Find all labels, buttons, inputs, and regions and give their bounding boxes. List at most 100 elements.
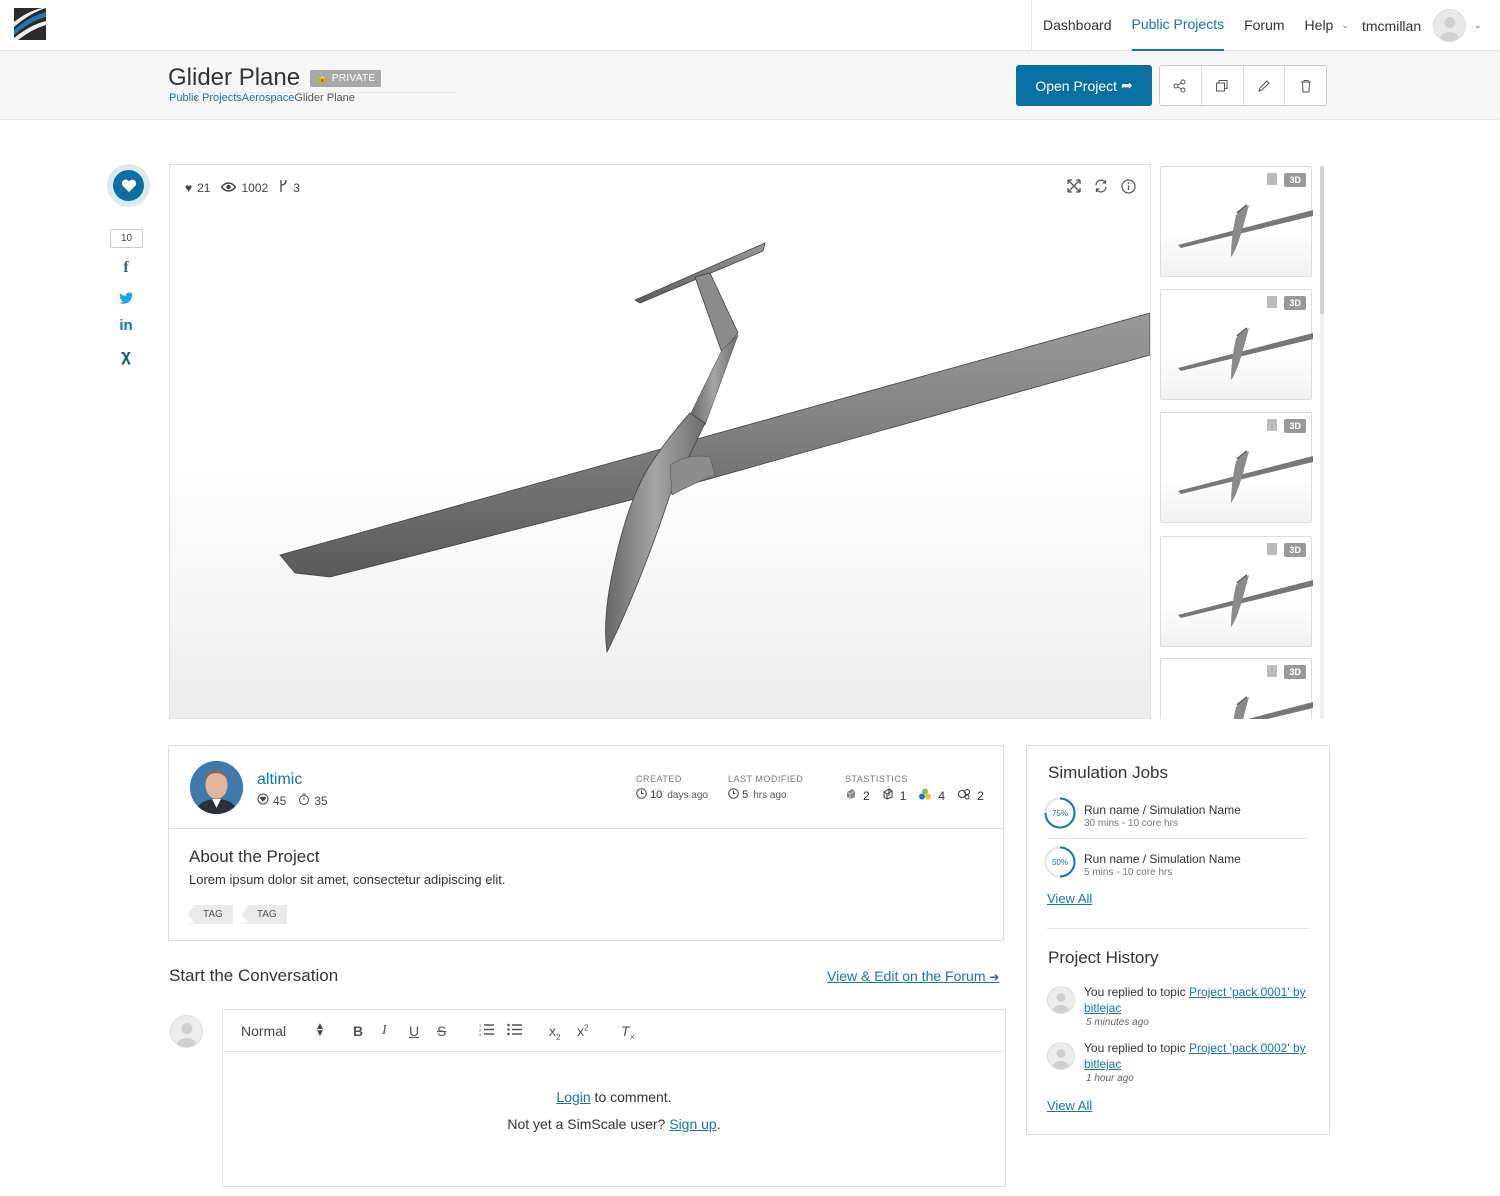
share-button[interactable] <box>1160 66 1202 105</box>
bullet-list-icon[interactable] <box>507 1023 522 1039</box>
author-stats: 45 35 <box>257 793 328 808</box>
thumbnail-item[interactable]: 3D <box>1160 658 1313 719</box>
author-name[interactable]: altimic <box>257 771 302 789</box>
modified-unit: hrs ago <box>753 789 787 801</box>
history-avatar <box>1047 1042 1075 1070</box>
thumbnail-image <box>1178 327 1313 380</box>
history-prefix: You replied to topic <box>1084 1041 1189 1055</box>
nav-public-projects[interactable]: Public Projects <box>1131 0 1225 51</box>
thumbnail-item[interactable]: 3D <box>1160 536 1313 647</box>
results-icon <box>957 788 971 803</box>
clock-icon <box>636 788 647 802</box>
mesh-count: 1 <box>899 788 907 803</box>
ordered-list-icon[interactable]: 123 <box>479 1023 494 1039</box>
project-title: Glider Plane <box>168 64 301 91</box>
copy-button[interactable] <box>1202 66 1244 105</box>
activity-card: Simulation Jobs 75% Run name / Simulatio… <box>1026 745 1330 1135</box>
project-actions <box>1159 65 1327 106</box>
strikethrough-icon[interactable]: S <box>437 1023 446 1039</box>
thumbnail-image <box>1178 574 1313 627</box>
nav-forum[interactable]: Forum <box>1244 0 1284 51</box>
breadcrumb-public-projects[interactable]: Public Projects <box>169 92 242 104</box>
xing-icon[interactable]: χ <box>118 346 134 366</box>
view-all-history-link[interactable]: View All <box>1047 1098 1092 1113</box>
share-count: 10 <box>110 229 143 248</box>
tag[interactable]: TAG <box>241 905 287 924</box>
view-all-jobs-link[interactable]: View All <box>1047 891 1092 906</box>
comment-editor[interactable]: Normal ▲ ▼ B I U S 123 x2 x2 T× Login to c… <box>222 1009 1006 1187</box>
thumbnail-strip: 3D 3D 3D 3D 3D <box>1160 164 1326 719</box>
model-viewer[interactable]: ♥ 21 1002 3 <box>169 164 1151 719</box>
like-button[interactable] <box>107 164 150 207</box>
facebook-icon[interactable]: f <box>118 259 134 277</box>
linkedin-icon[interactable]: in <box>118 317 134 334</box>
signup-suffix: . <box>716 1116 721 1132</box>
history-time: 1 hour ago <box>1086 1073 1134 1084</box>
project-info-card: altimic 45 35 CREATED 10 days ago LAST M… <box>168 745 1004 941</box>
twitter-icon[interactable] <box>118 291 134 309</box>
user-menu[interactable]: tmcmillan ⌄ <box>1362 0 1482 51</box>
modified-value: 5 <box>742 789 749 801</box>
simulation-jobs-title: Simulation Jobs <box>1048 763 1169 782</box>
clear-format-icon[interactable]: T× <box>621 1023 635 1042</box>
pencil-icon <box>1258 79 1270 92</box>
project-history-title: Project History <box>1048 948 1159 967</box>
nav-dashboard[interactable]: Dashboard <box>1043 0 1112 51</box>
format-select-label: Normal <box>241 1023 287 1039</box>
forum-link[interactable]: View & Edit on the Forum ➜ <box>827 968 999 984</box>
subscript-icon[interactable]: x2 <box>549 1023 560 1042</box>
progress-ring: 50% <box>1044 846 1076 878</box>
conversation-title: Start the Conversation <box>169 966 339 985</box>
username: tmcmillan <box>1362 17 1422 34</box>
login-prompt: Login to comment. <box>223 1089 1005 1105</box>
history-time: 5 minutes ago <box>1086 1017 1149 1028</box>
glider-model-render <box>279 242 1150 654</box>
reputation-icon <box>257 793 269 808</box>
signup-link[interactable]: Sign up <box>669 1116 716 1132</box>
simscale-logo[interactable] <box>14 8 46 40</box>
tag-list: TAG TAG <box>188 905 297 924</box>
heart-icon <box>121 179 136 192</box>
bold-icon[interactable]: B <box>353 1023 363 1039</box>
nav-help[interactable]: Help ⌄ <box>1305 0 1349 51</box>
statistics-meta: STASTISTICS 2 1 4 2 <box>845 774 984 803</box>
copy-icon <box>1216 79 1228 91</box>
simulation-count: 4 <box>938 788 946 803</box>
underline-icon[interactable]: U <box>409 1023 419 1039</box>
statistics-label: STASTISTICS <box>845 774 908 784</box>
divider <box>1047 838 1309 839</box>
forum-link-label: View & Edit on the Forum <box>827 968 986 984</box>
trash-icon <box>1300 79 1311 92</box>
edit-button[interactable] <box>1244 66 1286 105</box>
like-share-column <box>107 164 151 207</box>
format-select[interactable]: Normal ▲ ▼ <box>241 1022 325 1040</box>
divider <box>169 828 1003 829</box>
breadcrumb-aerospace[interactable]: Aerospace <box>242 92 295 104</box>
chevron-down-icon: ⌄ <box>1474 20 1482 30</box>
history-prefix: You replied to topic <box>1084 985 1189 999</box>
tag[interactable]: TAG <box>188 905 233 924</box>
about-description: Lorem ipsum dolor sit amet, consectetur … <box>189 872 506 887</box>
open-project-button[interactable]: Open Project ➦ <box>1016 65 1152 106</box>
geometry-count: 2 <box>863 788 870 803</box>
share-arrow-icon: ➦ <box>1120 77 1133 93</box>
stopwatch-icon <box>298 793 310 808</box>
svg-text:3: 3 <box>479 1032 482 1036</box>
breadcrumb: Public Projects › Aerospace › Glider Plane <box>169 92 456 104</box>
superscript-icon[interactable]: x2 <box>577 1023 588 1039</box>
user-avatar[interactable] <box>1433 9 1467 42</box>
thumbnail-scrollbar[interactable] <box>1320 166 1324 719</box>
progress-label: 75% <box>1052 809 1068 818</box>
login-link[interactable]: Login <box>556 1089 590 1105</box>
thumbnail-item[interactable]: 3D <box>1160 166 1313 277</box>
thumbnail-item[interactable]: 3D <box>1160 289 1313 400</box>
italic-icon[interactable]: I <box>382 1023 387 1039</box>
history-avatar <box>1047 986 1075 1014</box>
project-header: Glider Plane 🔒 PRIVATE Public Projects › A… <box>0 51 1500 120</box>
author-avatar[interactable] <box>190 761 243 814</box>
delete-button[interactable] <box>1285 66 1326 105</box>
thumbnail-item[interactable]: 3D <box>1160 412 1313 523</box>
geometry-icon <box>845 788 857 803</box>
signup-prefix: Not yet a SimScale user? <box>507 1116 670 1132</box>
hours-count: 35 <box>314 793 328 808</box>
